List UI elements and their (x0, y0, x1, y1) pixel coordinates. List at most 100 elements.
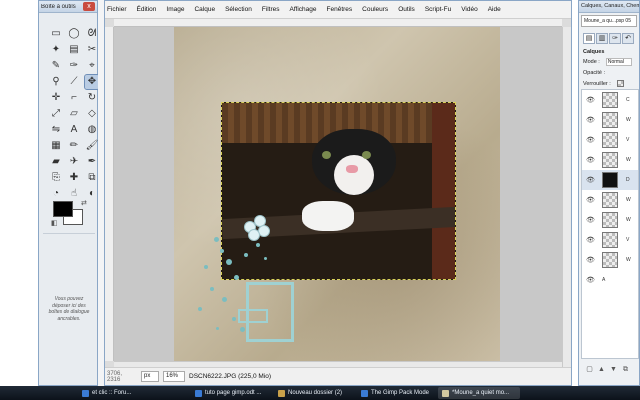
layer-row[interactable]: 👁 C (582, 90, 638, 110)
shear-icon[interactable]: ▱ (67, 107, 81, 121)
duplicate-layer-icon[interactable]: ⧉ (621, 365, 630, 374)
zoom-select[interactable]: 16% (163, 371, 185, 382)
visibility-eye-icon[interactable]: 👁 (586, 276, 595, 284)
layers-title[interactable]: Calques, Canaux, Chemins (579, 1, 639, 13)
menu-item[interactable]: Calque (194, 6, 215, 13)
scale-icon[interactable]: ⤢ (49, 107, 63, 121)
horizontal-ruler[interactable] (114, 19, 562, 27)
swap-colors-icon[interactable]: ⇄ (81, 199, 87, 207)
layer-row[interactable]: 👁 A (582, 270, 638, 290)
mode-select[interactable]: Normal (605, 57, 632, 66)
pencil-icon[interactable]: ✏ (67, 139, 81, 153)
ink-icon[interactable]: ✒ (85, 155, 99, 169)
raise-layer-icon[interactable]: ▲ (597, 365, 606, 374)
heal-icon[interactable]: ✚ (67, 171, 81, 185)
layer-row[interactable]: 👁 W (582, 110, 638, 130)
foreground-select-icon[interactable]: ✎ (49, 59, 63, 73)
visibility-eye-icon[interactable]: 👁 (586, 156, 595, 164)
layer-row[interactable]: 👁 W (582, 250, 638, 270)
menu-bar: Fichier Édition Image Calque Sélection Filtre… (105, 1, 571, 19)
rect-select-icon[interactable]: ▭ (49, 27, 63, 41)
foreground-color[interactable] (53, 201, 73, 217)
smudge-icon[interactable]: ☝ (67, 187, 81, 201)
vertical-ruler[interactable] (105, 27, 114, 361)
fuzzy-select-icon[interactable]: ✦ (49, 43, 63, 57)
flip-icon[interactable]: ⇋ (49, 123, 63, 137)
canvas[interactable] (114, 27, 562, 361)
measure-icon[interactable]: ⟋ (67, 75, 81, 89)
close-icon[interactable]: x (83, 2, 95, 11)
color-select-icon[interactable]: ▤ (67, 43, 81, 57)
new-layer-icon[interactable]: ▢ (585, 365, 594, 374)
eraser-icon[interactable]: ▰ (49, 155, 63, 169)
align-icon[interactable]: ✛ (49, 91, 63, 105)
text-icon[interactable]: A (67, 123, 81, 137)
visibility-eye-icon[interactable]: 👁 (586, 136, 595, 144)
menu-item[interactable]: Vidéo (461, 6, 478, 13)
image-selector[interactable]: Moune_a qu...psp 05 (581, 15, 637, 27)
airbrush-icon[interactable]: ✈ (67, 155, 81, 169)
menu-item[interactable]: Couleurs (362, 6, 388, 13)
taskbar-item[interactable]: et clic :: Foru... (78, 387, 188, 399)
bucket-fill-icon[interactable]: ◍ (85, 123, 99, 137)
layer-row[interactable]: 👁 W (582, 150, 638, 170)
lasso-icon[interactable]: ᘛ (85, 27, 99, 41)
paths-icon[interactable]: ✑ (67, 59, 81, 73)
perspective-clone-icon[interactable]: ⧉ (85, 171, 99, 185)
scissors-icon[interactable]: ✂ (85, 43, 99, 57)
paintbrush-icon[interactable]: 🖌 (85, 139, 99, 153)
move-icon[interactable]: ✥ (84, 74, 100, 90)
reset-colors-icon[interactable]: ◧ (51, 219, 58, 227)
layers-tab-icon[interactable]: ▤ (583, 33, 595, 44)
taskbar-item[interactable]: Nouveau dossier (2) (274, 387, 354, 399)
dodge-burn-icon[interactable]: ◐ (85, 187, 99, 201)
clone-icon[interactable]: ⎘ (49, 171, 63, 185)
menu-item[interactable]: Aide (488, 6, 501, 13)
layer-row[interactable]: 👁 W (582, 210, 638, 230)
unit-select[interactable]: px (141, 371, 159, 382)
perspective-icon[interactable]: ◇ (85, 107, 99, 121)
gimp-icon (442, 389, 449, 397)
menu-item[interactable]: Édition (137, 6, 157, 13)
vertical-scrollbar[interactable] (562, 27, 571, 367)
blend-icon[interactable]: ▦ (49, 139, 63, 153)
menu-item[interactable]: Image (166, 6, 184, 13)
menu-item[interactable]: Filtres (262, 6, 280, 13)
taskbar-item[interactable]: *Moune_a quiet mo... (438, 387, 520, 399)
menu-item[interactable]: Affichage (290, 6, 317, 13)
layer-row[interactable]: 👁 V (582, 230, 638, 250)
menu-item[interactable]: Outils (398, 6, 415, 13)
rotate-icon[interactable]: ↻ (85, 91, 99, 105)
zoom-icon[interactable]: ⚲ (49, 75, 63, 89)
taskbar-item[interactable]: The Gimp Pack Mode (357, 387, 435, 399)
ellipse-select-icon[interactable]: ◯ (67, 27, 81, 41)
color-picker-icon[interactable]: ⌖ (85, 59, 99, 73)
toolbox-titlebar[interactable]: Boîte à outils x (39, 1, 97, 13)
visibility-eye-icon[interactable]: 👁 (586, 116, 595, 124)
visibility-eye-icon[interactable]: 👁 (586, 96, 595, 104)
layer-row[interactable]: 👁 W (582, 190, 638, 210)
menu-item[interactable]: Sélection (225, 6, 252, 13)
menu-item[interactable]: Fichier (107, 6, 127, 13)
lock-pixels-checkbox[interactable] (616, 80, 624, 87)
menu-item[interactable]: Fenêtres (327, 6, 353, 13)
visibility-eye-icon[interactable]: 👁 (586, 216, 595, 224)
lower-layer-icon[interactable]: ▼ (609, 365, 618, 374)
taskbar-item[interactable]: tuto page gimp.odt ... (191, 387, 271, 399)
status-bar: 3706, 2316 px 16% DSCN6222.JPG (225,0 Mi… (105, 367, 571, 385)
blur-icon[interactable]: ◔ (49, 187, 63, 201)
undo-tab-icon[interactable]: ↶ (622, 33, 634, 44)
visibility-eye-icon[interactable]: 👁 (586, 256, 595, 264)
visibility-eye-icon[interactable]: 👁 (586, 176, 595, 184)
crop-icon[interactable]: ⌐ (67, 91, 81, 105)
paths-tab-icon[interactable]: ✑ (609, 33, 621, 44)
layer-thumbnail (602, 252, 618, 268)
visibility-eye-icon[interactable]: 👁 (586, 236, 595, 244)
layer-row[interactable]: 👁 V (582, 130, 638, 150)
visibility-eye-icon[interactable]: 👁 (586, 196, 595, 204)
layer-row[interactable]: 👁 D (582, 170, 638, 190)
menu-item[interactable]: Script-Fu (425, 6, 451, 13)
layer-name: D (626, 177, 630, 183)
layers-footer: ▢ ▲ ▼ ⧉ (579, 363, 639, 375)
channels-tab-icon[interactable]: ▥ (596, 33, 608, 44)
